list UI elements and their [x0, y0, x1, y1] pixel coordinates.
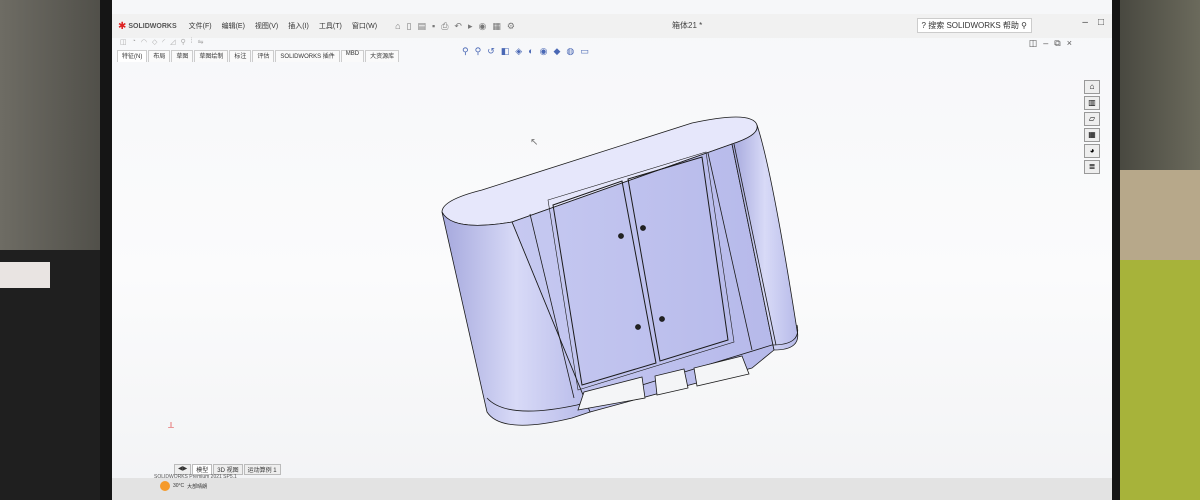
mouse-cursor-icon: ↖	[530, 137, 539, 148]
weather-desc: 大部晴朗	[187, 483, 208, 490]
solidworks-screen: ✱ SOLIDWORKS 文件(F) 编辑(E) 视图(V) 插入(I) 工具(…	[112, 0, 1112, 500]
cabinet-model[interactable]	[441, 116, 799, 426]
door-knob	[618, 233, 624, 239]
tab-motion-study[interactable]: 运动算例 1	[243, 464, 281, 475]
reference-triad-icon: ⟂	[168, 420, 175, 430]
windows-taskbar	[112, 478, 1112, 500]
graphics-area[interactable]	[112, 0, 1112, 500]
sun-icon	[160, 481, 170, 491]
door-knob	[640, 225, 646, 231]
door-knob	[659, 316, 665, 322]
desk-paper	[0, 262, 50, 288]
door-knob	[635, 324, 641, 330]
weather-temp: 30°C	[173, 483, 185, 489]
weather-widget[interactable]: 30°C 大部晴朗	[160, 481, 207, 491]
